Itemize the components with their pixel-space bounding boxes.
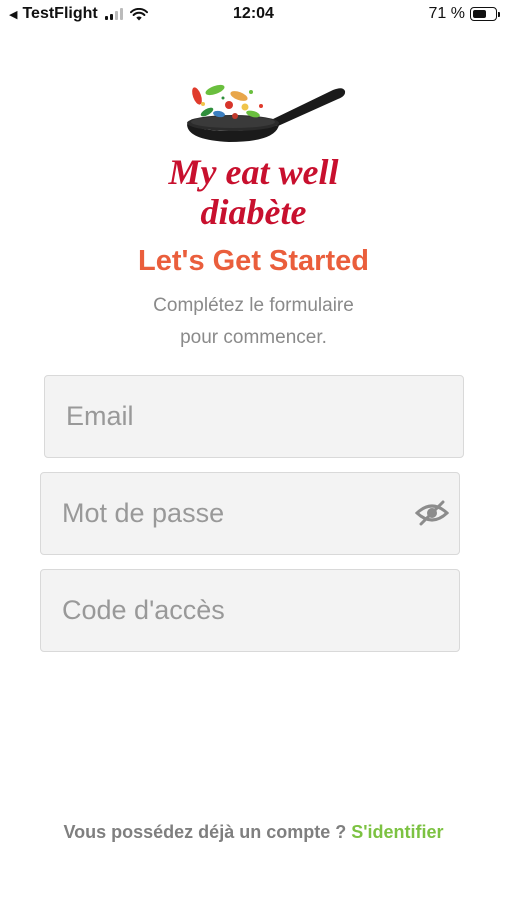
status-bar-right: 71 % [428, 5, 500, 23]
signin-link[interactable]: S'identifier [351, 822, 443, 842]
app-logo-text: My eat well diabète [0, 152, 507, 232]
page-title: Let's Get Started [138, 245, 369, 277]
access-code-field-container [40, 569, 460, 652]
email-field[interactable] [45, 376, 463, 457]
signin-prompt-text: Vous possédez déjà un compte ? [63, 822, 352, 842]
battery-cap [498, 12, 500, 17]
logo-line-1: My eat well [168, 152, 339, 192]
subtitle-line-1: Complétez le formulaire [153, 295, 354, 316]
access-code-field[interactable] [41, 570, 459, 651]
battery-level [473, 10, 486, 18]
password-field-container [40, 472, 460, 555]
frying-pan-logo-icon [187, 84, 346, 142]
email-field-container [44, 375, 464, 458]
signin-prompt: Vous possédez déjà un compte ? S'identif… [0, 822, 507, 843]
eye-slash-icon[interactable] [415, 500, 449, 526]
page-subtitle: Complétez le formulaire pour commencer. [0, 290, 507, 354]
status-bar: ◀ TestFlight 12:04 71 % [0, 0, 507, 30]
subtitle-line-2: pour commencer. [180, 327, 327, 348]
logo-line-2: diabète [200, 192, 307, 232]
password-field[interactable] [41, 473, 459, 554]
battery-percentage: 71 % [428, 5, 465, 22]
battery-icon [470, 7, 500, 21]
